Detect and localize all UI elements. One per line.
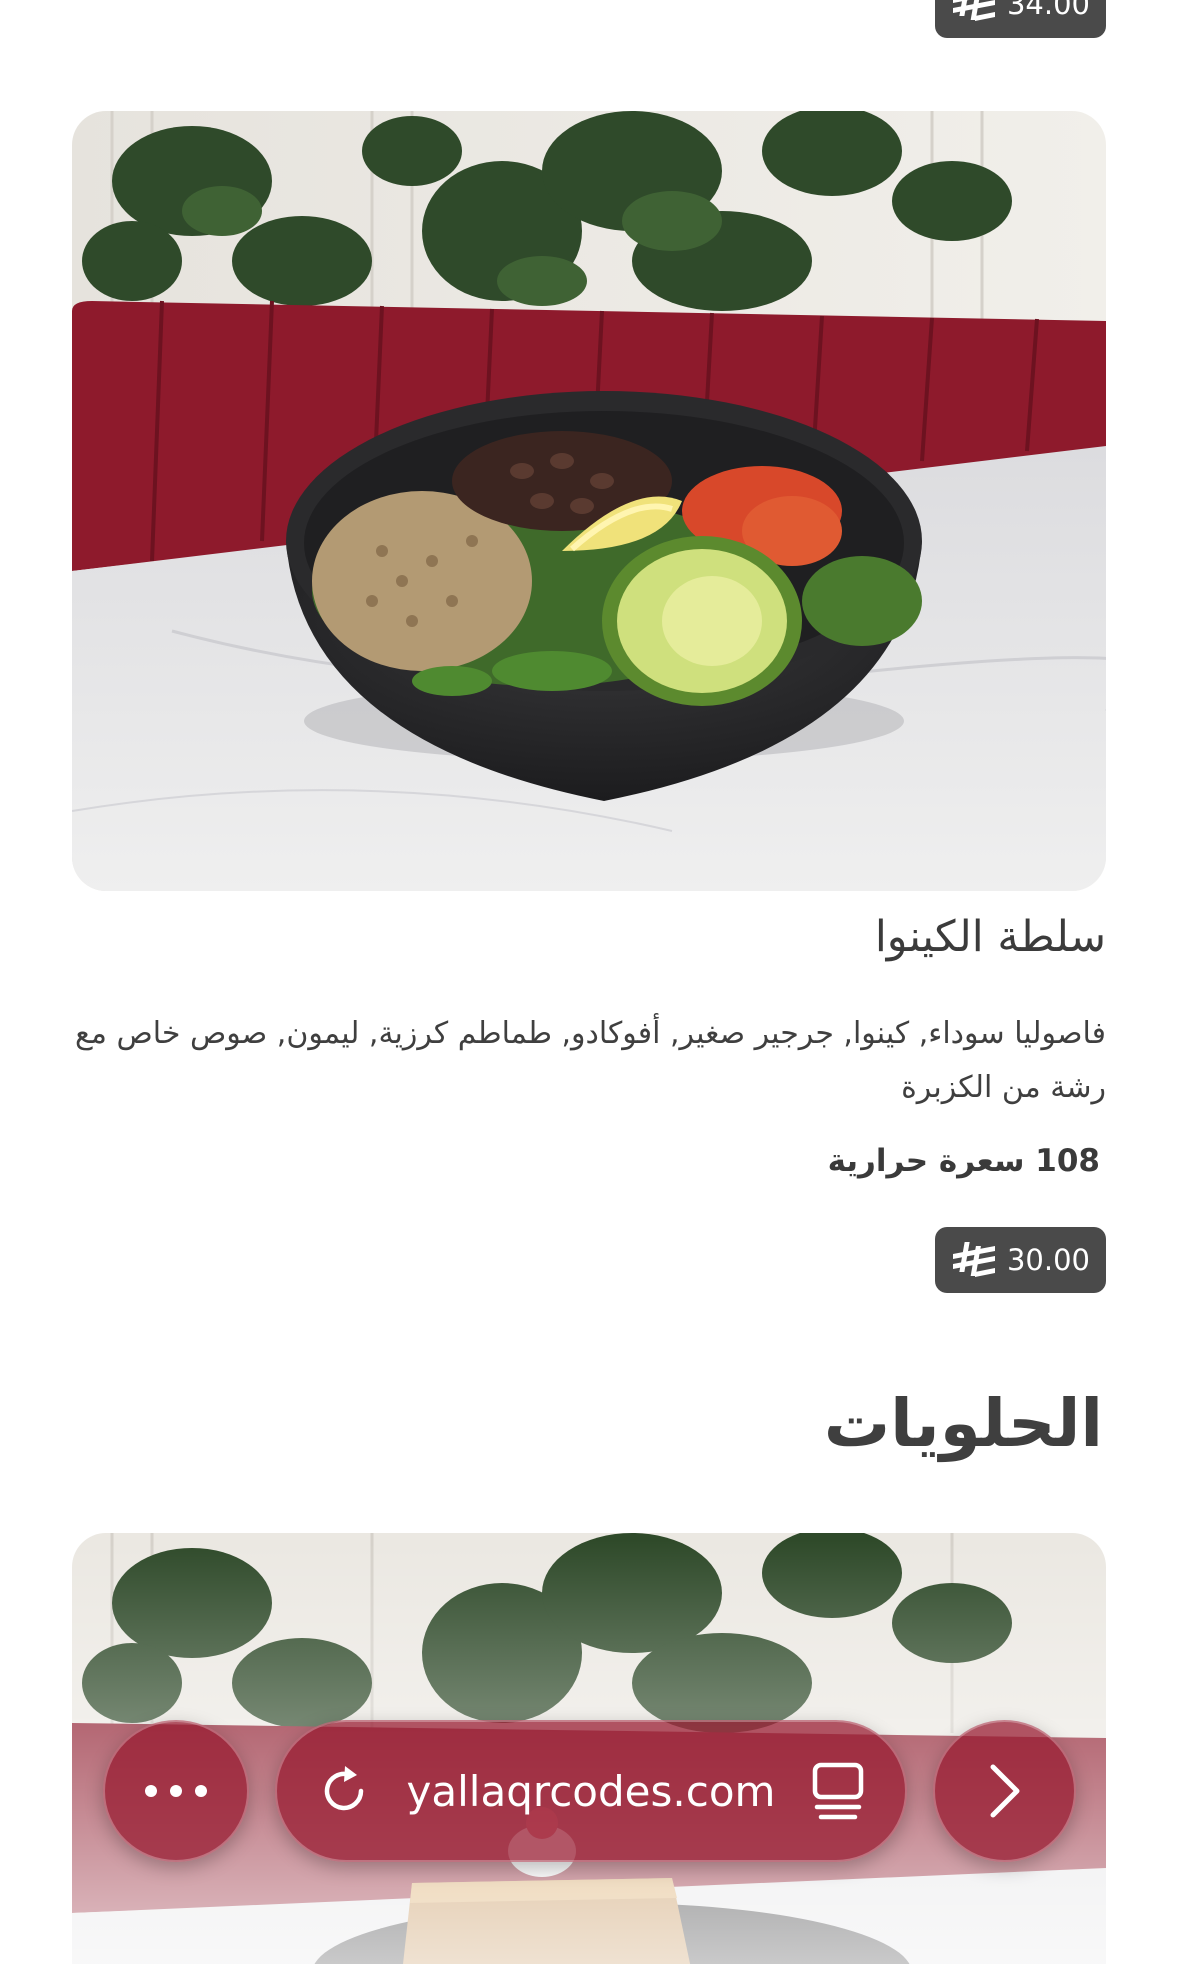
- forward-icon: [985, 1761, 1025, 1821]
- quinoa-salad-photo: [72, 111, 1106, 891]
- item-price-badge: 30.00: [934, 1227, 1106, 1293]
- saudi-riyal-icon: [951, 1240, 997, 1280]
- item-calories: 108 سعرة حرارية: [827, 1143, 1100, 1179]
- price-amount: 34.00: [1006, 0, 1090, 21]
- price-amount: 30.00: [1006, 1243, 1090, 1277]
- more-icon: [141, 1783, 211, 1799]
- url-text[interactable]: yallaqrcodes.com: [381, 1767, 801, 1816]
- forward-button[interactable]: [933, 1720, 1076, 1862]
- reload-icon[interactable]: [317, 1764, 371, 1818]
- previous-item-price-badge: 34.00: [934, 0, 1106, 38]
- more-button[interactable]: [103, 1720, 249, 1862]
- tabs-icon[interactable]: [811, 1761, 865, 1821]
- saudi-riyal-icon: [951, 0, 997, 24]
- section-title-desserts: الحلويات: [823, 1385, 1103, 1462]
- item-description: فاصوليا سوداء, كينوا, جرجير صغير, أفوكاد…: [74, 1016, 1106, 1105]
- address-bar[interactable]: yallaqrcodes.com: [275, 1720, 907, 1862]
- item-title: سلطة الكينوا: [874, 912, 1106, 962]
